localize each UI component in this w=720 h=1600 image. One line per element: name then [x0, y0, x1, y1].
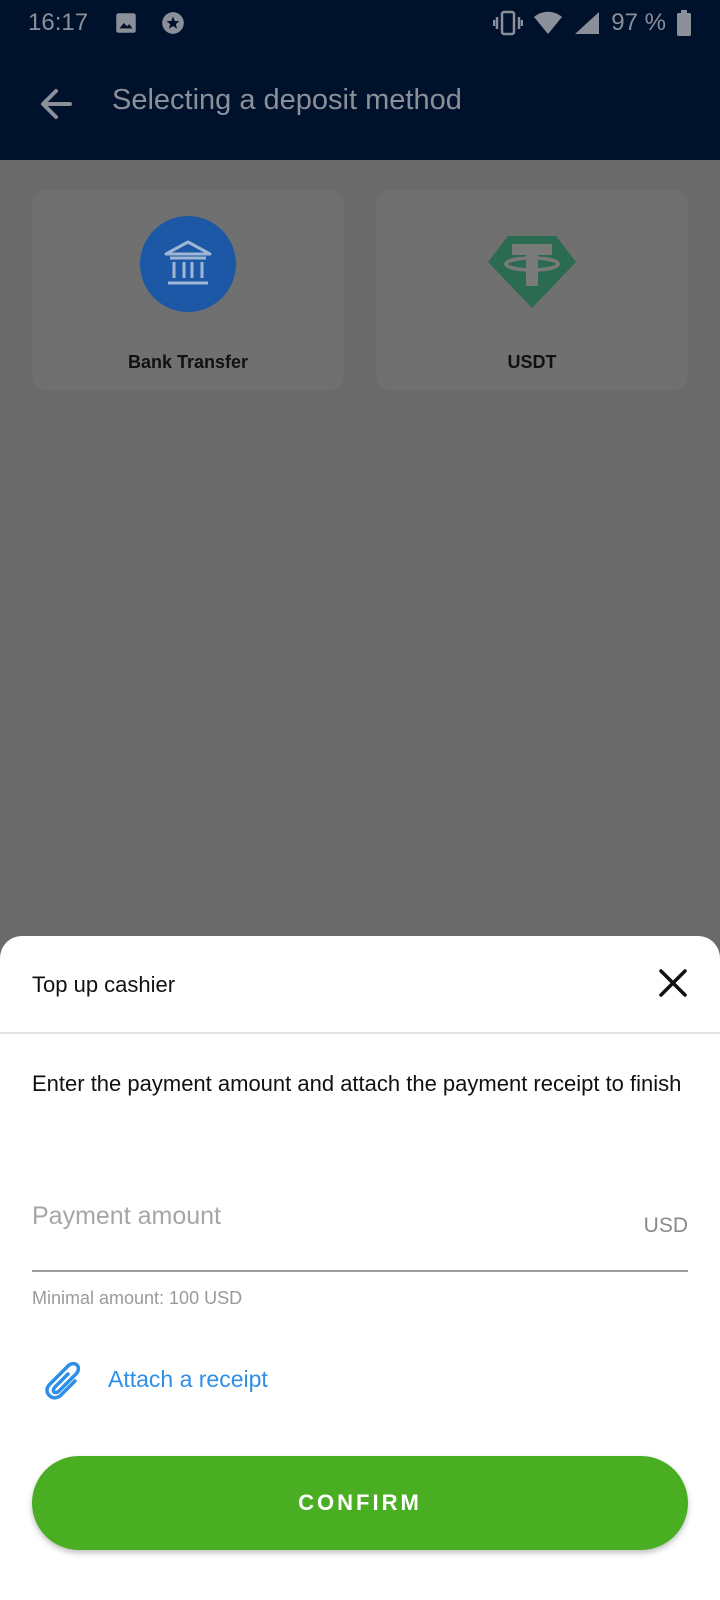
sheet-title: Top up cashier	[32, 972, 176, 997]
star-badge-icon	[162, 12, 184, 34]
paperclip-icon	[45, 1361, 81, 1400]
sheet-divider	[0, 1032, 720, 1034]
attach-receipt-label: Attach a receipt	[108, 1366, 268, 1392]
app-bar: Selecting a deposit method	[0, 48, 720, 160]
minimal-amount-hint: Minimal amount: 100 USD	[32, 1288, 243, 1308]
method-label-usdt: USDT	[507, 352, 557, 372]
close-icon[interactable]	[652, 962, 694, 1004]
wifi-icon	[534, 11, 563, 34]
image-icon	[116, 13, 136, 33]
sheet-description: Enter the payment amount and attach the …	[32, 1071, 682, 1096]
top-up-sheet: Top up cashier Enter the payment amount …	[0, 936, 720, 1600]
status-right-group: 97 %	[493, 9, 692, 37]
signal-icon	[575, 12, 600, 34]
battery-icon	[677, 10, 691, 36]
status-time: 16:17	[28, 9, 89, 36]
deposit-method-list: Bank Transfer USDT	[32, 190, 688, 392]
attach-receipt-button[interactable]: Attach a receipt	[32, 1350, 352, 1410]
payment-amount-field: USD	[32, 1188, 688, 1272]
page-title: Selecting a deposit method	[112, 84, 462, 116]
status-bar: 16:17 97 %	[0, 0, 720, 48]
method-card-usdt[interactable]: USDT	[376, 190, 688, 390]
back-arrow-icon[interactable]	[30, 78, 82, 130]
confirm-button[interactable]: CONFIRM	[32, 1456, 688, 1550]
vibrate-icon	[493, 10, 524, 36]
payment-amount-input[interactable]	[32, 1188, 612, 1244]
method-card-bank-transfer[interactable]: Bank Transfer	[32, 190, 344, 390]
bank-icon	[140, 216, 236, 312]
tether-icon	[488, 236, 576, 308]
method-label-bank-transfer: Bank Transfer	[127, 352, 249, 372]
currency-suffix: USD	[643, 1214, 688, 1237]
battery-percent: 97 %	[611, 9, 666, 36]
